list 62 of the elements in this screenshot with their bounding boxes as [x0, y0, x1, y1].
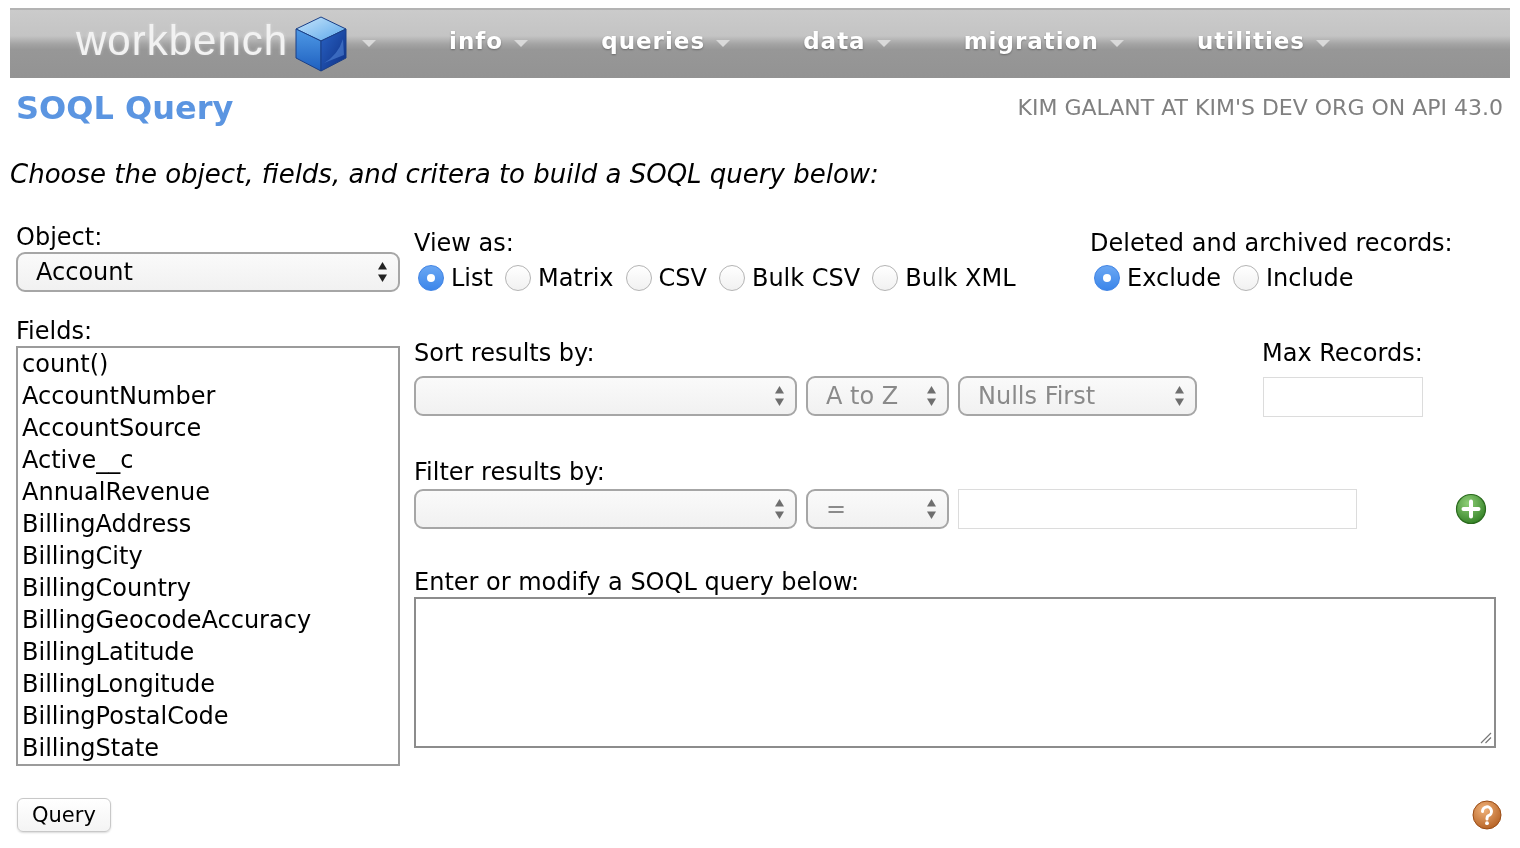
field-option[interactable]: AccountNumber [18, 380, 398, 412]
option-label: Exclude [1127, 264, 1222, 292]
field-option[interactable]: BillingLongitude [18, 668, 398, 700]
radio-button[interactable] [1233, 265, 1260, 291]
filter-field-select[interactable] [414, 489, 797, 529]
object-select[interactable]: Account [16, 252, 400, 292]
resize-grip-icon[interactable] [1480, 732, 1492, 744]
up-down-arrows-icon [926, 497, 937, 521]
caret-icon [514, 40, 529, 48]
deleted-records-label: Deleted and archived records: [1090, 230, 1453, 256]
field-option[interactable]: BillingPostalCode [18, 700, 398, 732]
field-option[interactable]: BillingCity [18, 540, 398, 572]
filter-label: Filter results by: [414, 459, 605, 485]
query-editor-label: Enter or modify a SOQL query below: [414, 569, 860, 595]
option-label: Bulk CSV [751, 264, 861, 292]
up-down-arrows-icon [926, 384, 937, 408]
logo-text: workbench [76, 20, 289, 62]
field-option[interactable]: Active__c [18, 444, 398, 476]
cube-logo-icon [294, 15, 349, 73]
field-option[interactable]: BillingCountry [18, 572, 398, 604]
page-title: SOQL Query [16, 88, 234, 128]
field-option[interactable]: AccountSource [18, 412, 398, 444]
sort-field-select[interactable] [414, 376, 797, 416]
radio-button[interactable] [504, 265, 531, 291]
up-down-arrows-icon [774, 384, 785, 408]
caret-icon [876, 40, 891, 48]
radio-button[interactable] [872, 265, 899, 291]
field-option[interactable]: BillingLatitude [18, 636, 398, 668]
user-info: KIM GALANT AT KIM'S DEV ORG ON API 43.0 [1017, 95, 1503, 121]
option-label: Include [1266, 264, 1354, 292]
field-option[interactable]: AnnualRevenue [18, 476, 398, 508]
up-down-arrows-icon [377, 260, 388, 284]
field-option[interactable]: BillingState [18, 732, 398, 764]
option-label: Matrix [537, 264, 614, 292]
max-records-label: Max Records: [1262, 340, 1423, 366]
caret-icon [1109, 40, 1124, 48]
radio-button[interactable] [1094, 265, 1120, 291]
fields-label: Fields: [16, 318, 92, 344]
add-plus-icon[interactable] [1455, 493, 1487, 525]
up-down-arrows-icon [774, 497, 785, 521]
query-text-area[interactable] [414, 597, 1496, 748]
field-option[interactable]: BillingGeocodeAccuracy [18, 604, 398, 636]
view-as-label: View as: [414, 230, 514, 256]
filter-value-input[interactable] [958, 489, 1357, 529]
caret-icon [362, 40, 377, 48]
max-records-input[interactable] [1263, 377, 1423, 417]
radio-button[interactable] [718, 265, 745, 291]
caret-icon [1316, 40, 1331, 48]
object-label: Object: [16, 224, 103, 250]
radio-button[interactable] [625, 265, 652, 291]
field-option[interactable]: BillingAddress [18, 508, 398, 540]
option-label: CSV [658, 264, 707, 292]
sort-label: Sort results by: [414, 340, 595, 366]
option-label: Bulk XML [905, 264, 1016, 292]
field-option[interactable]: count() [18, 348, 398, 380]
instructions-text: Choose the object, fields, and critera to build a SOQL query below: [10, 159, 879, 189]
help-icon[interactable] [1472, 800, 1502, 830]
up-down-arrows-icon [1174, 384, 1185, 408]
query-button[interactable]: Query [17, 798, 111, 832]
option-label: List [451, 264, 493, 292]
radio-button[interactable] [418, 265, 444, 291]
caret-icon [716, 40, 731, 48]
